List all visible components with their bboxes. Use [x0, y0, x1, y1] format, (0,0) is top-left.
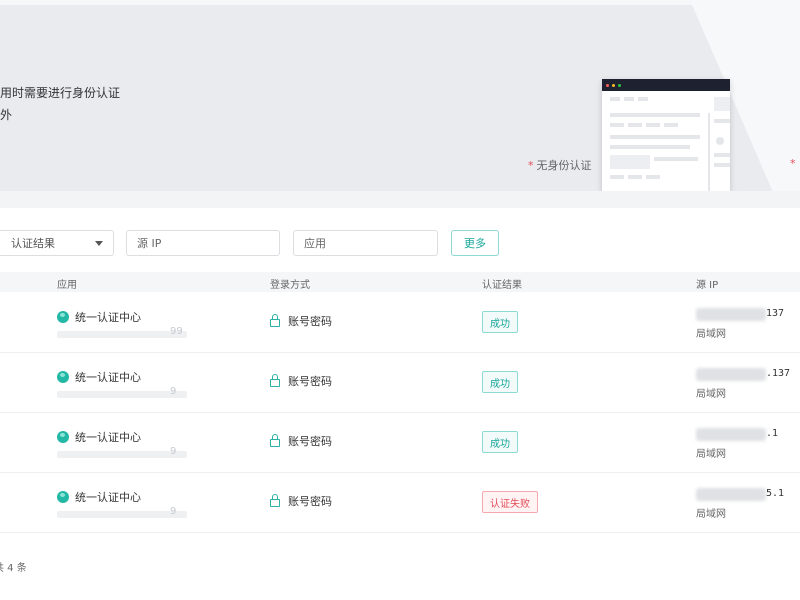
app-placeholder: 应用 [304, 237, 326, 250]
login-method: 账号密码 [288, 315, 332, 328]
col-header-login: 登录方式 [270, 280, 310, 291]
network-type: 局域网 [696, 389, 726, 400]
status-badge: 成功 [482, 431, 518, 453]
globe-icon [57, 431, 69, 443]
source-ip: 5.1 [766, 488, 785, 499]
source-ip: .1 [766, 428, 779, 439]
table-row[interactable]: 统一认证中心 99 账号密码 成功 137 局域网 [0, 292, 800, 353]
globe-icon [57, 371, 69, 383]
intro-banner: 应用时需要进行身份认证 例外 *无身份认证 * [0, 0, 800, 191]
auth-result-select-label: 认证结果 [11, 237, 55, 250]
lock-icon [270, 374, 280, 387]
app-input[interactable]: 应用 [293, 230, 438, 256]
col-header-app: 应用 [57, 280, 77, 291]
table-row[interactable]: 统一认证中心 9 账号密码 成功 .137 局域网 [0, 352, 800, 413]
auth-log-panel: 认证结果 源 IP 应用 更多 应用 登录方式 认证结果 源 IP 统一认证中心… [0, 208, 800, 600]
app-sub-suffix: 99 [170, 326, 183, 337]
login-method: 账号密码 [288, 495, 332, 508]
source-ip-placeholder: 源 IP [137, 237, 162, 250]
banner-text-line-1: 应用时需要进行身份认证 [0, 86, 121, 100]
app-sub-suffix: 9 [170, 386, 177, 397]
globe-icon [57, 491, 69, 503]
col-header-result: 认证结果 [482, 280, 522, 291]
source-ip-input[interactable]: 源 IP [126, 230, 280, 256]
auth-result-select[interactable]: 认证结果 [0, 230, 114, 256]
more-filters-button[interactable]: 更多 [451, 230, 499, 256]
login-method: 账号密码 [288, 435, 332, 448]
source-ip: 137 [766, 308, 785, 319]
lock-icon [270, 434, 280, 447]
app-name: 统一认证中心 [75, 311, 141, 324]
table-header: 应用 登录方式 认证结果 源 IP [0, 272, 800, 292]
col-header-source-ip: 源 IP [696, 280, 719, 291]
network-type: 局域网 [696, 329, 726, 340]
globe-icon [57, 311, 69, 323]
app-sub-suffix: 9 [170, 506, 177, 517]
status-badge: 成功 [482, 371, 518, 393]
login-method: 账号密码 [288, 375, 332, 388]
lock-icon [270, 494, 280, 507]
app-name: 统一认证中心 [75, 431, 141, 444]
table-row[interactable]: 统一认证中心 9 账号密码 认证失败 5.1 局域网 [0, 472, 800, 533]
network-type: 局域网 [696, 509, 726, 520]
source-ip: .137 [766, 368, 791, 379]
app-name: 统一认证中心 [75, 491, 141, 504]
banner-option-no-auth: * 无身份认证 [528, 159, 592, 172]
app-name: 统一认证中心 [75, 371, 141, 384]
caret-down-icon [95, 241, 103, 246]
banner-text-line-2: 例外 [0, 108, 13, 122]
status-badge: 成功 [482, 311, 518, 333]
total-count: 共 4 条 [0, 563, 27, 574]
status-badge: 认证失败 [482, 491, 538, 513]
network-type: 局域网 [696, 449, 726, 460]
browser-mockup-illustration [602, 79, 730, 191]
banner-option-marker: * [790, 157, 796, 170]
table-row[interactable]: 统一认证中心 9 账号密码 成功 .1 局域网 [0, 412, 800, 473]
app-sub-suffix: 9 [170, 446, 177, 457]
lock-icon [270, 314, 280, 327]
